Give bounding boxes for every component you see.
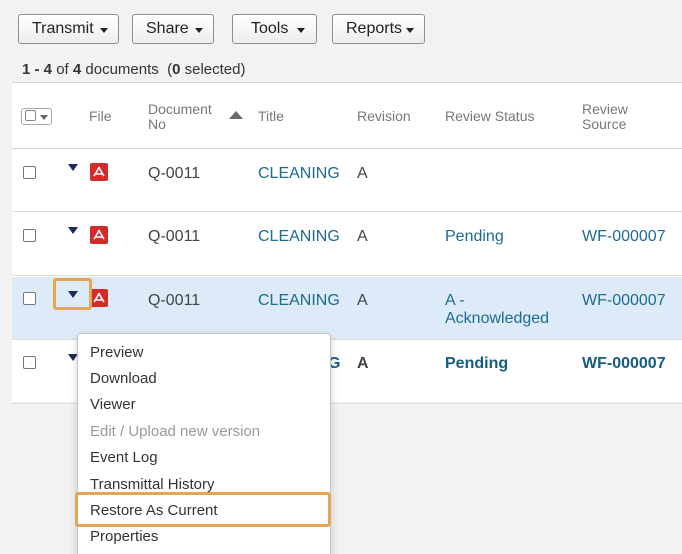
- menu-item-transmittal-history[interactable]: Transmittal History: [90, 476, 214, 493]
- table-row-selected[interactable]: Q-0011 CLEANING A A - Acknowledged WF-00…: [12, 277, 682, 340]
- menu-item-properties[interactable]: Properties: [90, 528, 158, 545]
- selected-count: 0: [172, 61, 181, 78]
- cell-review-source[interactable]: WF-000007: [582, 355, 666, 373]
- row-checkbox[interactable]: [23, 229, 36, 242]
- menu-item-download[interactable]: Download: [90, 370, 157, 387]
- pdf-icon[interactable]: [90, 163, 108, 181]
- transmit-label: Transmit: [32, 20, 94, 37]
- menu-item-edit-upload: Edit / Upload new version: [90, 423, 261, 440]
- cell-revision: A: [357, 355, 369, 372]
- result-count: 1 - 4 of 4 documents (0 selected): [22, 61, 246, 78]
- column-review-source-line1: Review: [582, 101, 628, 117]
- column-review-status[interactable]: Review Status: [445, 109, 534, 124]
- result-docs-label: documents: [85, 61, 159, 78]
- select-all-checkbox[interactable]: [25, 110, 36, 121]
- cell-review-source[interactable]: WF-000007: [582, 228, 666, 246]
- column-document-no[interactable]: Document No: [148, 102, 212, 132]
- cell-title-link[interactable]: CLEANING: [258, 228, 340, 246]
- table-row[interactable]: Q-0011 CLEANING A: [12, 149, 682, 212]
- tools-label: Tools: [251, 20, 289, 37]
- cell-review-status[interactable]: Pending: [445, 228, 504, 246]
- pdf-icon[interactable]: [90, 226, 108, 244]
- review-status-line1: A -: [445, 292, 465, 309]
- select-all-dropdown[interactable]: [21, 108, 52, 125]
- reports-label: Reports: [346, 20, 403, 37]
- caret-down-icon[interactable]: [68, 164, 78, 171]
- chevron-down-icon: [406, 28, 415, 33]
- menu-item-viewer[interactable]: Viewer: [90, 396, 136, 413]
- selected-label: selected): [184, 61, 246, 78]
- menu-item-event-log[interactable]: Event Log: [90, 449, 158, 466]
- cell-title-link[interactable]: CLEANING: [258, 292, 340, 310]
- result-of: of: [56, 61, 69, 78]
- transmit-button[interactable]: Transmit: [18, 14, 119, 44]
- cell-title-link[interactable]: CLEANING: [258, 165, 340, 183]
- cell-review-status[interactable]: A - Acknowledged: [445, 292, 549, 328]
- reports-button[interactable]: Reports: [332, 14, 426, 44]
- sort-ascending-icon[interactable]: [229, 111, 243, 119]
- caret-down-icon[interactable]: [68, 227, 78, 234]
- restore-highlight-box: [75, 492, 331, 527]
- grid-header: File Document No Title Revision Review S…: [12, 83, 682, 149]
- pdf-icon[interactable]: [90, 289, 108, 307]
- column-review-source-line2: Source: [582, 116, 627, 132]
- caret-highlight-box: [53, 278, 92, 310]
- cell-review-source[interactable]: WF-000007: [582, 292, 666, 310]
- result-range: 1 - 4: [22, 61, 53, 78]
- cell-revision: A: [357, 292, 368, 309]
- chevron-down-icon: [40, 115, 48, 120]
- cell-document-no: Q-0011: [148, 292, 201, 309]
- cell-review-status[interactable]: Pending: [445, 355, 508, 373]
- cell-document-no: Q-0011: [148, 228, 201, 245]
- column-document-no-line1: Document: [148, 101, 212, 117]
- share-button[interactable]: Share: [132, 14, 214, 44]
- row-checkbox[interactable]: [23, 356, 36, 369]
- cell-document-no: Q-0011: [148, 165, 201, 182]
- row-checkbox[interactable]: [23, 166, 36, 179]
- column-file[interactable]: File: [89, 109, 112, 124]
- table-row[interactable]: Q-0011 CLEANING A Pending WF-000007: [12, 213, 682, 276]
- column-title[interactable]: Title: [258, 109, 284, 124]
- toolbar: Transmit Share Tools Reports: [0, 0, 682, 52]
- result-total: 4: [72, 61, 82, 78]
- cell-revision: A: [357, 228, 368, 245]
- chevron-down-icon: [99, 28, 108, 33]
- tools-button[interactable]: Tools: [232, 14, 318, 44]
- share-label: Share: [146, 20, 189, 37]
- chevron-down-icon: [194, 28, 203, 33]
- menu-item-preview[interactable]: Preview: [90, 344, 143, 361]
- column-revision[interactable]: Revision: [357, 109, 411, 124]
- column-review-source[interactable]: Review Source: [582, 102, 628, 132]
- row-checkbox[interactable]: [23, 292, 36, 305]
- cell-revision: A: [357, 165, 368, 182]
- review-status-line2: Acknowledged: [445, 310, 550, 327]
- chevron-down-icon: [297, 28, 306, 33]
- column-document-no-line2: No: [148, 116, 166, 132]
